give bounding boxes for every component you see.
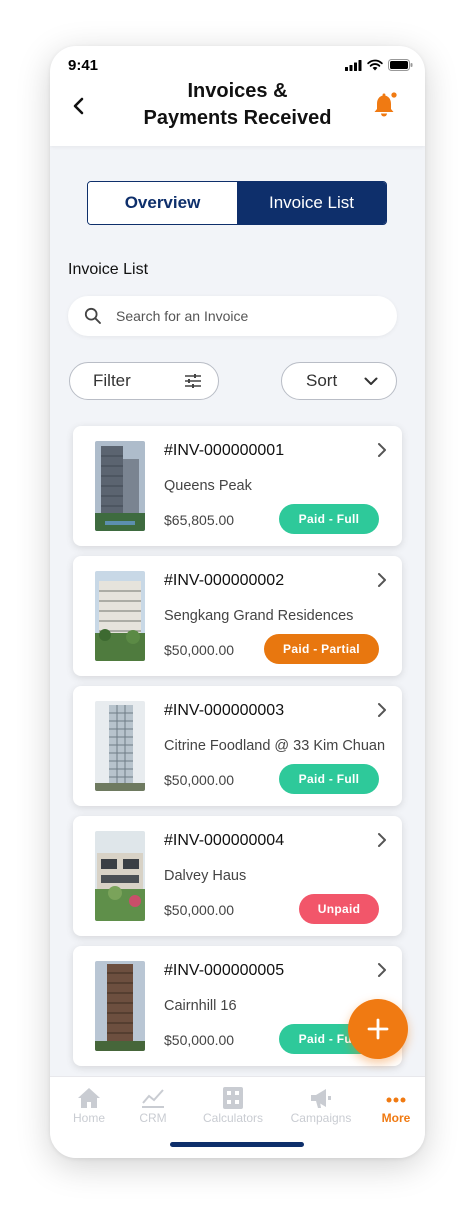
chevron-right-icon xyxy=(378,573,386,587)
notification-bell-icon[interactable] xyxy=(370,90,400,120)
back-arrow-icon[interactable] xyxy=(70,94,88,118)
nav-label-more: More xyxy=(381,1111,411,1125)
invoice-card[interactable]: #INV-000000003 Citrine Foodland @ 33 Kim… xyxy=(73,686,402,806)
invoice-card[interactable]: #INV-000000005 Cairnhill 16 $50,000.00 P… xyxy=(73,946,402,1066)
invoice-card[interactable]: #INV-000000002 Sengkang Grand Residences… xyxy=(73,556,402,676)
project-name: Cairnhill 16 xyxy=(164,998,237,1014)
megaphone-icon xyxy=(311,1089,331,1108)
invoice-number: #INV-000000003 xyxy=(164,702,285,719)
status-icons xyxy=(345,59,413,71)
sort-button[interactable]: Sort xyxy=(281,362,397,400)
more-icon xyxy=(386,1097,406,1103)
nav-label-campaigns: Campaigns xyxy=(290,1111,352,1125)
signal-icon xyxy=(345,59,362,71)
invoice-card[interactable]: #INV-000000001 Queens Peak $65,805.00 Pa… xyxy=(73,426,402,546)
status-time: 9:41 xyxy=(68,57,99,74)
property-thumbnail xyxy=(95,571,145,661)
invoice-amount: $50,000.00 xyxy=(164,1032,235,1048)
invoice-amount: $50,000.00 xyxy=(164,642,235,658)
status-badge: Paid - Partial xyxy=(264,634,379,664)
filter-button[interactable]: Filter xyxy=(69,362,219,400)
phone-frame: 9:41 Invoices & Payments Received Overvi… xyxy=(50,46,425,1158)
home-indicator xyxy=(170,1142,304,1147)
invoice-amount: $65,805.00 xyxy=(164,512,235,528)
project-name: Queens Peak xyxy=(164,478,252,494)
calculator-icon xyxy=(223,1087,243,1109)
property-thumbnail xyxy=(95,961,145,1051)
nav-label-crm: CRM xyxy=(139,1111,167,1125)
nav-item-more[interactable]: More xyxy=(361,1087,425,1125)
invoice-number: #INV-000000001 xyxy=(164,442,285,459)
app-header: 9:41 Invoices & Payments Received xyxy=(50,46,425,146)
search-icon xyxy=(84,307,101,324)
sort-label: Sort xyxy=(306,371,338,390)
filter-sliders-icon xyxy=(185,374,201,388)
nav-label-home: Home xyxy=(72,1111,105,1125)
property-thumbnail xyxy=(95,701,145,791)
property-thumbnail xyxy=(95,441,145,531)
invoice-amount: $50,000.00 xyxy=(164,772,235,788)
status-badge: Paid - Full xyxy=(279,504,379,534)
invoice-amount: $50,000.00 xyxy=(164,902,235,918)
page-title-line1: Invoices & xyxy=(187,80,288,102)
project-name: Dalvey Haus xyxy=(164,868,247,884)
status-badge: Unpaid xyxy=(299,894,379,924)
chevron-down-icon xyxy=(364,377,378,385)
battery-icon xyxy=(388,59,413,71)
chevron-right-icon xyxy=(378,963,386,977)
search-bar xyxy=(68,296,397,336)
status-badge: Paid - Full xyxy=(279,764,379,794)
invoice-card[interactable]: #INV-000000004 Dalvey Haus $50,000.00 Un… xyxy=(73,816,402,936)
chevron-right-icon xyxy=(378,703,386,717)
page-title-line2: Payments Received xyxy=(143,107,332,129)
project-name: Sengkang Grand Residences xyxy=(164,608,354,624)
chart-icon xyxy=(142,1089,164,1108)
nav-item-crm[interactable]: CRM xyxy=(118,1087,188,1125)
invoice-number: #INV-000000002 xyxy=(164,572,285,589)
view-toggle: Overview Invoice List xyxy=(87,181,387,225)
wifi-icon xyxy=(367,59,383,71)
invoice-number: #INV-000000004 xyxy=(164,832,285,849)
plus-icon xyxy=(367,1018,389,1040)
home-icon xyxy=(78,1088,100,1108)
page-title: Invoices & Payments Received xyxy=(110,78,365,132)
nav-item-home[interactable]: Home xyxy=(54,1087,124,1125)
nav-label-calculators: Calculators xyxy=(202,1111,264,1125)
project-name: Citrine Foodland @ 33 Kim Chuan xyxy=(164,738,386,754)
chevron-right-icon xyxy=(378,833,386,847)
property-thumbnail xyxy=(95,831,145,921)
invoice-number: #INV-000000005 xyxy=(164,962,285,979)
add-invoice-button[interactable] xyxy=(348,999,408,1059)
tab-overview[interactable]: Overview xyxy=(88,182,237,224)
tab-invoice-list[interactable]: Invoice List xyxy=(237,182,386,224)
nav-item-campaigns[interactable]: Campaigns xyxy=(286,1087,356,1125)
chevron-right-icon xyxy=(378,443,386,457)
section-title: Invoice List xyxy=(68,261,149,278)
filter-label: Filter xyxy=(93,371,131,390)
nav-item-calculators[interactable]: Calculators xyxy=(198,1087,268,1125)
search-input[interactable] xyxy=(116,308,356,324)
